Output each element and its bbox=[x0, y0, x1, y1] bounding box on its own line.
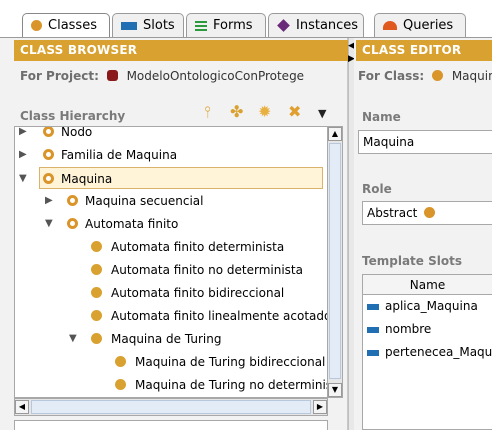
project-name: ModeloOntologicoConProtege bbox=[126, 69, 305, 83]
name-field[interactable]: Maquina bbox=[358, 130, 492, 154]
tab-slots-label: Slots bbox=[143, 18, 175, 33]
collapse-arrow-icon[interactable]: ▼ bbox=[45, 219, 55, 229]
tree-item[interactable]: Maquina de Turing no determinist bbox=[15, 374, 327, 396]
class-icon bbox=[91, 310, 102, 321]
class-icon bbox=[115, 356, 126, 367]
tree-item[interactable]: ▶ Nodo bbox=[15, 127, 327, 143]
forms-icon bbox=[195, 20, 207, 31]
scroll-up-button[interactable]: ▲ bbox=[328, 127, 342, 141]
tree-item[interactable]: Automata finito determinista bbox=[15, 236, 327, 258]
table-row[interactable]: pertenecea_Maqui bbox=[367, 341, 492, 363]
class-circle-icon bbox=[431, 70, 443, 81]
slot-icon bbox=[367, 303, 379, 310]
collapse-arrow-icon[interactable]: ▼ bbox=[69, 334, 79, 344]
delete-class-icon[interactable]: ✖ bbox=[288, 104, 301, 120]
tree-item[interactable]: Automata finito bidireccional bbox=[15, 282, 327, 304]
query-icon bbox=[383, 21, 397, 30]
class-icon bbox=[91, 241, 102, 252]
template-slots-label: Template Slots bbox=[362, 254, 462, 268]
class-circle-icon bbox=[424, 207, 436, 218]
class-icon bbox=[43, 127, 54, 137]
tree-vertical-scrollbar[interactable]: ▲ ▼ bbox=[328, 126, 343, 398]
class-browser-header: CLASS BROWSER bbox=[14, 40, 348, 61]
class-editor-header: CLASS EDITOR bbox=[356, 40, 492, 61]
class-icon bbox=[91, 287, 102, 298]
tab-instances-label: Instances bbox=[296, 18, 359, 33]
expand-arrow-icon[interactable]: ▶ bbox=[45, 196, 55, 206]
bottom-panel bbox=[14, 420, 328, 430]
tab-queries-label: Queries bbox=[403, 18, 454, 33]
scroll-down-button[interactable]: ▼ bbox=[328, 383, 342, 397]
scroll-thumb[interactable] bbox=[31, 400, 311, 414]
class-icon bbox=[67, 195, 78, 206]
table-row[interactable]: nombre bbox=[367, 318, 431, 340]
class-hierarchy-tree: ▶ Nodo ▶ Familia de Maquina Maquina ▼ ▶ … bbox=[14, 126, 328, 398]
tree-horizontal-scrollbar[interactable]: ◀ ▶ bbox=[14, 398, 328, 416]
tree-item[interactable]: ▶ Familia de Maquina bbox=[15, 144, 327, 166]
tab-bar: Classes Slots Forms Instances Queries bbox=[0, 0, 492, 38]
class-icon bbox=[91, 333, 102, 344]
collapse-arrow-icon[interactable]: ▼ bbox=[19, 174, 29, 184]
role-label: Role bbox=[362, 182, 392, 196]
expand-arrow-icon[interactable]: ▶ bbox=[19, 127, 29, 137]
tab-instances[interactable]: Instances bbox=[268, 13, 364, 37]
expand-arrow-icon[interactable]: ▶ bbox=[19, 150, 29, 160]
name-label: Name bbox=[362, 110, 401, 124]
menu-dropdown-icon[interactable]: ▼ bbox=[318, 106, 326, 122]
tree-item[interactable]: Maquina de Turing bidireccional bbox=[15, 351, 327, 373]
class-hierarchy-label: Class Hierarchy bbox=[20, 109, 126, 123]
tab-queries[interactable]: Queries bbox=[374, 13, 466, 37]
project-hexagon-icon bbox=[106, 70, 118, 81]
tree-item-selected[interactable]: Maquina bbox=[39, 167, 323, 189]
template-slots-table: Name aplica_Maquina nombre pertenecea_Ma… bbox=[362, 274, 492, 430]
project-prefix: For Project: bbox=[20, 69, 99, 83]
class-icon bbox=[67, 218, 78, 229]
tab-forms-label: Forms bbox=[213, 18, 253, 33]
instance-diamond-icon bbox=[277, 19, 290, 32]
slot-icon bbox=[121, 21, 137, 30]
class-icon bbox=[43, 149, 54, 160]
tree-item[interactable]: ▶ Maquina secuencial bbox=[15, 190, 327, 212]
find-class-icon[interactable]: ⫯ bbox=[204, 104, 211, 120]
slot-icon bbox=[367, 349, 379, 356]
tree-item[interactable]: ▼ Maquina de Turing bbox=[15, 328, 327, 350]
tab-forms[interactable]: Forms bbox=[186, 13, 266, 37]
class-prefix: For Class: bbox=[358, 69, 425, 83]
tree-item[interactable]: Automata finito linealmente acotado bbox=[15, 305, 327, 327]
project-line: For Project: ModeloOntologicoConProtege bbox=[20, 69, 304, 83]
tree-item[interactable]: ▼ Automata finito bbox=[15, 213, 327, 235]
slots-column-header[interactable]: Name bbox=[363, 275, 492, 295]
scroll-right-button[interactable]: ▶ bbox=[313, 400, 327, 414]
tab-slots[interactable]: Slots bbox=[112, 13, 184, 37]
tab-classes[interactable]: Classes bbox=[22, 13, 110, 37]
create-subclass-icon[interactable]: ✤ bbox=[230, 104, 243, 120]
class-line: For Class: Maquin bbox=[358, 69, 492, 83]
class-icon bbox=[115, 379, 126, 390]
table-row[interactable]: aplica_Maquina bbox=[367, 295, 478, 317]
create-class-icon[interactable]: ✹ bbox=[258, 104, 271, 120]
scroll-left-button[interactable]: ◀ bbox=[15, 400, 29, 414]
tree-item[interactable]: Automata finito no determinista bbox=[15, 259, 327, 281]
class-name: Maquin bbox=[451, 69, 492, 83]
tab-classes-label: Classes bbox=[48, 18, 97, 33]
slot-icon bbox=[367, 326, 379, 333]
class-circle-icon bbox=[31, 20, 42, 31]
class-icon bbox=[91, 264, 102, 275]
scroll-thumb[interactable] bbox=[329, 143, 341, 379]
role-select[interactable]: Abstract bbox=[362, 201, 492, 225]
class-icon bbox=[43, 173, 54, 184]
